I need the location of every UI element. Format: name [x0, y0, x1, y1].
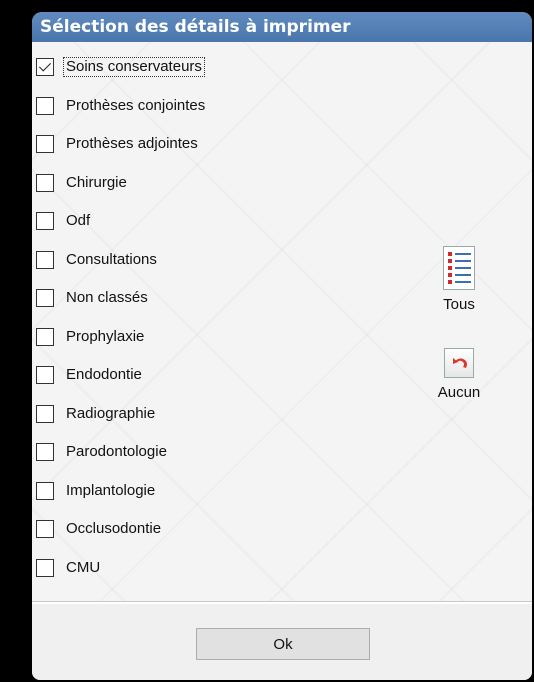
checkbox-label[interactable]: Prothèses conjointes: [66, 97, 205, 115]
checklist-item[interactable]: Endodontie: [36, 366, 296, 405]
select-all-button[interactable]: Tous: [424, 246, 494, 313]
checklist-item[interactable]: Parodontologie: [36, 443, 296, 482]
checkbox-label[interactable]: Odf: [66, 212, 90, 230]
list-icon: [443, 246, 475, 290]
checkbox-label[interactable]: Radiographie: [66, 405, 155, 423]
checkbox-label[interactable]: Implantologie: [66, 482, 155, 500]
checkbox-label[interactable]: Consultations: [66, 251, 157, 269]
checklist-item[interactable]: Radiographie: [36, 404, 296, 444]
checkbox-label[interactable]: CMU: [66, 559, 100, 577]
checkbox[interactable]: [36, 212, 54, 230]
checklist-item[interactable]: CMU: [36, 558, 296, 598]
list-line: [448, 266, 471, 270]
checkbox-label[interactable]: Non classés: [66, 289, 148, 307]
dialog-footer: Ok: [32, 604, 532, 680]
checkbox[interactable]: [36, 404, 54, 423]
checklist-item[interactable]: Prothèses conjointes: [36, 96, 296, 136]
checklist-item[interactable]: Odf: [36, 212, 296, 251]
list-line: [448, 280, 471, 284]
undo-icon: [444, 348, 474, 378]
checkbox[interactable]: [36, 173, 54, 192]
checkbox[interactable]: [36, 481, 54, 500]
checkbox[interactable]: [36, 96, 54, 115]
checkbox-label[interactable]: Parodontologie: [66, 443, 167, 461]
checkbox-label[interactable]: Prothèses adjointes: [66, 135, 198, 153]
checklist-item[interactable]: Chirurgie: [36, 173, 296, 213]
checklist-item[interactable]: Prophylaxie: [36, 327, 296, 367]
checkbox[interactable]: [36, 250, 54, 269]
select-none-button[interactable]: Aucun: [424, 348, 494, 401]
ok-button[interactable]: Ok: [196, 628, 370, 660]
title-bar: Sélection des détails à imprimer: [32, 12, 532, 42]
checkbox[interactable]: [36, 558, 54, 577]
checkbox[interactable]: [36, 520, 54, 538]
checkbox[interactable]: [36, 289, 54, 307]
list-line: [448, 273, 471, 277]
dialog-title: Sélection des détails à imprimer: [40, 17, 351, 37]
checklist-item[interactable]: Prothèses adjointes: [36, 135, 296, 174]
checkbox[interactable]: [36, 366, 54, 384]
checkbox-label[interactable]: Endodontie: [66, 366, 142, 384]
checklist-item[interactable]: Implantologie: [36, 481, 296, 521]
checkbox-label[interactable]: Prophylaxie: [66, 328, 144, 346]
checklist-item[interactable]: Soins conservateurs: [36, 57, 296, 97]
select-all-label: Tous: [443, 296, 475, 313]
checkbox[interactable]: [36, 135, 54, 153]
checkbox[interactable]: [36, 58, 54, 76]
checkbox-label[interactable]: Chirurgie: [66, 174, 127, 192]
checklist-item[interactable]: Occlusodontie: [36, 520, 296, 559]
checkbox[interactable]: [36, 443, 54, 461]
checkbox-label[interactable]: Soins conservateurs: [63, 57, 205, 77]
list-line: [448, 252, 471, 256]
select-none-label: Aucun: [437, 384, 481, 401]
category-checklist: Soins conservateurs Prothèses conjointes…: [36, 57, 296, 598]
checklist-item[interactable]: Non classés: [36, 289, 296, 328]
list-line: [448, 259, 471, 263]
checkbox-label[interactable]: Occlusodontie: [66, 520, 161, 538]
checkbox[interactable]: [36, 327, 54, 346]
checklist-item[interactable]: Consultations: [36, 250, 296, 290]
print-details-dialog: Sélection des détails à imprimer Soins c…: [32, 12, 532, 680]
